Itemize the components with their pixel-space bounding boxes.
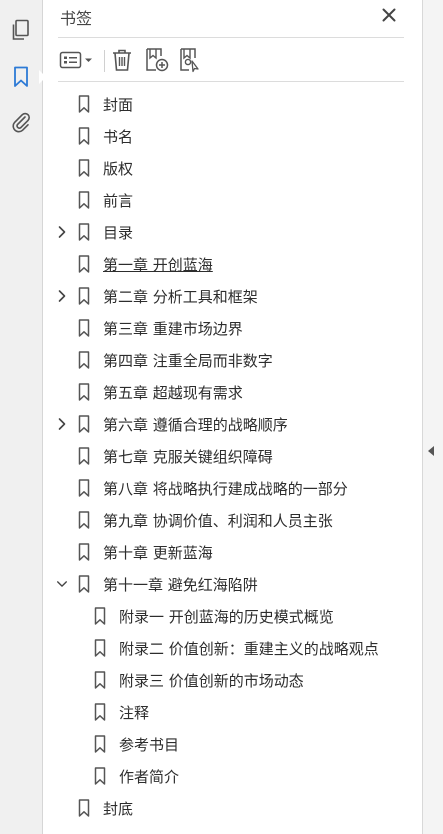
bookmark-label: 前言	[103, 191, 134, 210]
close-icon	[382, 8, 396, 22]
delete-bookmark-button[interactable]	[110, 46, 134, 74]
bookmark-label: 版权	[103, 159, 134, 178]
bookmark-item[interactable]: 作者简介	[94, 760, 179, 792]
bookmark-item[interactable]: 目录	[78, 216, 133, 248]
bookmark-item[interactable]: 注释	[94, 696, 149, 728]
bookmark-label: 第九章 协调价值、利润和人员主张	[103, 511, 333, 530]
bookmark-label: 第二章 分析工具和框架	[103, 287, 258, 306]
bookmark-label: 附录二 价值创新：重建主义的战略观点	[119, 639, 379, 658]
bookmark-item[interactable]: 封底	[78, 792, 133, 824]
navigation-rail	[0, 0, 46, 834]
divider	[58, 37, 404, 38]
bookmark-item[interactable]: 附录三 价值创新的市场动态	[94, 664, 304, 696]
bookmark-icon	[78, 287, 90, 305]
document-edge	[422, 0, 443, 834]
bookmark-icon	[78, 799, 90, 817]
bookmarks-button[interactable]	[8, 64, 46, 90]
bookmark-label: 第五章 超越现有需求	[103, 383, 243, 402]
trash-icon	[113, 49, 131, 71]
chevron-right-icon[interactable]	[56, 216, 68, 248]
pages-icon	[12, 19, 29, 40]
bookmark-item[interactable]: 参考书目	[94, 728, 179, 760]
bookmark-label: 附录一 开创蓝海的历史模式概览	[119, 607, 334, 626]
bookmark-item[interactable]: 附录一 开创蓝海的历史模式概览	[94, 600, 334, 632]
close-button[interactable]	[380, 6, 398, 24]
bookmark-item[interactable]: 第五章 超越现有需求	[78, 376, 243, 408]
new-bookmark-icon	[146, 48, 169, 72]
bookmark-item[interactable]: 第七章 克服关键组织障碍	[78, 440, 273, 472]
options-icon	[59, 51, 92, 69]
bookmark-label: 作者简介	[119, 767, 180, 786]
bookmark-label: 第一章 开创蓝海	[103, 255, 213, 274]
bookmark-item[interactable]: 第十一章 避免红海陷阱	[78, 568, 258, 600]
bookmark-label: 参考书目	[119, 735, 180, 754]
bookmark-label: 注释	[119, 703, 150, 722]
collapse-panel-icon[interactable]	[428, 446, 434, 456]
panel-title: 书签	[60, 9, 93, 28]
bookmark-icon	[94, 607, 106, 625]
bookmark-item[interactable]: 第八章 将战略执行建成战略的一部分	[78, 472, 348, 504]
bookmark-label: 第七章 克服关键组织障碍	[103, 447, 273, 466]
bookmark-icon	[78, 191, 90, 209]
bookmark-icon	[94, 703, 106, 721]
bookmark-label: 封面	[103, 95, 134, 114]
bookmark-icon	[78, 223, 90, 241]
bookmarks-panel: 书签 封面 书名 版权 前言 目录 第一章 开创蓝海 第二章 分析工具和框架 第…	[44, 0, 422, 834]
bookmark-label: 第六章 遵循合理的战略顺序	[103, 415, 288, 434]
bookmark-label: 目录	[103, 223, 134, 242]
bookmark-item[interactable]: 第六章 遵循合理的战略顺序	[78, 408, 288, 440]
paperclip-icon	[12, 112, 30, 133]
bookmark-icon	[94, 671, 106, 689]
bookmark-label: 第八章 将战略执行建成战略的一部分	[103, 479, 348, 498]
bookmark-label: 封底	[103, 799, 134, 818]
bookmark-icon	[78, 447, 90, 465]
bookmark-label: 第四章 注重全局而非数字	[103, 351, 273, 370]
new-bookmark-button[interactable]	[144, 46, 170, 74]
bookmark-icon	[78, 95, 90, 113]
bookmark-icon	[78, 383, 90, 401]
bookmark-item[interactable]: 第四章 注重全局而非数字	[78, 344, 273, 376]
bookmark-icon	[78, 415, 90, 433]
bookmark-icon	[78, 575, 90, 593]
chevron-right-icon[interactable]	[56, 408, 68, 440]
bookmark-icon	[78, 319, 90, 337]
bookmark-label: 第十章 更新蓝海	[103, 543, 213, 562]
bookmark-icon	[14, 66, 28, 87]
bookmark-item[interactable]: 第十章 更新蓝海	[78, 536, 213, 568]
bookmark-label: 第十一章 避免红海陷阱	[103, 575, 258, 594]
bookmark-item[interactable]: 封面	[78, 88, 133, 120]
bookmark-item[interactable]: 附录二 价值创新：重建主义的战略观点	[94, 632, 379, 664]
bookmark-label: 第三章 重建市场边界	[103, 319, 243, 338]
pages-button[interactable]	[8, 17, 34, 43]
bookmark-icon	[78, 543, 90, 561]
bookmark-icon	[78, 479, 90, 497]
bookmark-icon	[78, 159, 90, 177]
bookmark-item[interactable]: 版权	[78, 152, 133, 184]
chevron-right-icon[interactable]	[56, 280, 68, 312]
divider	[58, 81, 404, 82]
attachments-button[interactable]	[8, 109, 34, 135]
options-button[interactable]	[59, 46, 97, 74]
bookmark-icon	[94, 767, 106, 785]
bookmark-item[interactable]: 前言	[78, 184, 133, 216]
bookmark-search-icon	[180, 48, 199, 73]
toolbar-separator	[104, 50, 105, 72]
bookmark-icon	[94, 735, 106, 753]
bookmark-label: 附录三 价值创新的市场动态	[119, 671, 304, 690]
bookmark-icon	[78, 351, 90, 369]
bookmark-item[interactable]: 书名	[78, 120, 133, 152]
bookmark-icon	[78, 255, 90, 273]
bookmark-label: 书名	[103, 127, 134, 146]
bookmark-item[interactable]: 第二章 分析工具和框架	[78, 280, 258, 312]
bookmark-icon	[78, 127, 90, 145]
bookmark-search-button[interactable]	[178, 46, 204, 74]
chevron-down-icon[interactable]	[56, 568, 68, 600]
bookmark-icon	[78, 511, 90, 529]
bookmark-item[interactable]: 第九章 协调价值、利润和人员主张	[78, 504, 333, 536]
bookmark-icon	[94, 639, 106, 657]
bookmark-item[interactable]: 第三章 重建市场边界	[78, 312, 243, 344]
bookmark-item[interactable]: 第一章 开创蓝海	[78, 248, 213, 280]
